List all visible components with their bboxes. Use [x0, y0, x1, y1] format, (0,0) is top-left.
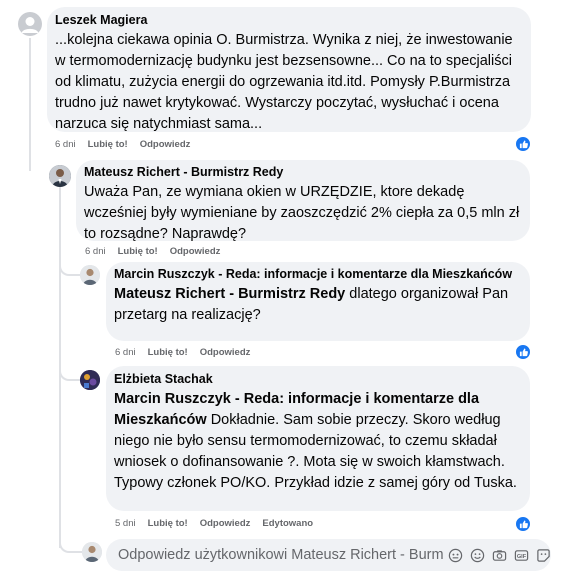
- comment-text: ...kolejna ciekawa opinia O. Burmistrza.…: [55, 32, 513, 132]
- thread-line-main: [29, 38, 31, 171]
- like-button[interactable]: Lubię to!: [148, 518, 188, 529]
- like-reaction-badge[interactable]: [515, 136, 531, 152]
- comment-time[interactable]: 6 dni: [115, 347, 136, 358]
- comment-time[interactable]: 5 dni: [115, 518, 136, 529]
- avatar[interactable]: [80, 265, 100, 285]
- avatar[interactable]: [49, 165, 71, 187]
- reply-placeholder[interactable]: Odpowiedz użytkownikowi Mateusz Richert …: [118, 547, 443, 563]
- thumbs-up-icon: [519, 347, 528, 356]
- profile-photo-icon: [80, 265, 100, 285]
- edited-label[interactable]: Edytowano: [262, 518, 313, 529]
- emoji-icon[interactable]: [469, 547, 485, 563]
- sticker-icon[interactable]: [535, 547, 551, 563]
- comment-time[interactable]: 6 dni: [55, 139, 76, 150]
- comment-bubble: Marcin Ruszczyk - Reda: informacje i kom…: [106, 262, 530, 341]
- default-user-icon: [21, 17, 39, 33]
- profile-photo-icon: [82, 542, 102, 562]
- comment-actions: 6 dni Lubię to! Odpowiedz: [115, 347, 250, 358]
- comment-actions: 5 dni Lubię to! Odpowiedz Edytowano: [115, 518, 313, 529]
- comment-author[interactable]: Elżbieta Stachak: [114, 372, 521, 387]
- reply-button[interactable]: Odpowiedz: [200, 518, 251, 529]
- thread-branch-3: [59, 535, 83, 553]
- like-reaction-badge[interactable]: [515, 516, 531, 532]
- comment-bubble: Mateusz Richert - Burmistrz Redy Uważa P…: [76, 160, 530, 242]
- comment-actions: 6 dni Lubię to! Odpowiedz: [55, 139, 190, 150]
- like-button[interactable]: Lubię to!: [148, 347, 188, 358]
- gif-icon[interactable]: GIF: [513, 547, 529, 563]
- reply-button[interactable]: Odpowiedz: [200, 347, 251, 358]
- profile-photo-icon: [49, 165, 71, 187]
- comment-text: Uważa Pan, ze wymiana okien w URZĘDZIE, …: [84, 184, 520, 242]
- like-button[interactable]: Lubię to!: [88, 139, 128, 150]
- like-button[interactable]: Lubię to!: [118, 246, 158, 257]
- current-user-avatar[interactable]: [82, 542, 102, 562]
- svg-text:GIF: GIF: [516, 553, 526, 559]
- comment-time[interactable]: 6 dni: [85, 246, 106, 257]
- reply-button[interactable]: Odpowiedz: [140, 139, 191, 150]
- comment-bubble: Elżbieta Stachak Marcin Ruszczyk - Reda:…: [106, 366, 530, 511]
- comment-mention[interactable]: Mateusz Richert - Burmistrz Redy: [114, 286, 345, 302]
- avatar[interactable]: [18, 12, 42, 36]
- thumbs-up-icon: [519, 139, 528, 148]
- camera-icon[interactable]: [491, 547, 507, 563]
- comment-text: Mateusz Richert - Burmistrz Redy dlatego…: [114, 284, 521, 326]
- comment-author[interactable]: Leszek Magiera: [55, 13, 523, 28]
- comment-author[interactable]: Marcin Ruszczyk - Reda: informacje i kom…: [114, 267, 521, 282]
- comment-bubble: Leszek Magiera ...kolejna ciekawa opinia…: [47, 7, 531, 132]
- reply-input[interactable]: Odpowiedz użytkownikowi Mateusz Richert …: [106, 539, 551, 571]
- profile-photo-icon: [80, 370, 100, 390]
- avatar-sticker-icon[interactable]: [447, 547, 463, 563]
- comment-author[interactable]: Mateusz Richert - Burmistrz Redy: [84, 165, 521, 180]
- thumbs-up-icon: [519, 519, 528, 528]
- avatar[interactable]: [80, 370, 100, 390]
- comment-actions: 6 dni Lubię to! Odpowiedz: [85, 246, 220, 257]
- reply-toolbar: GIF: [447, 547, 551, 563]
- reply-button[interactable]: Odpowiedz: [170, 246, 221, 257]
- like-reaction-badge[interactable]: [515, 344, 531, 360]
- comment-text: Marcin Ruszczyk - Reda: informacje i kom…: [114, 389, 521, 494]
